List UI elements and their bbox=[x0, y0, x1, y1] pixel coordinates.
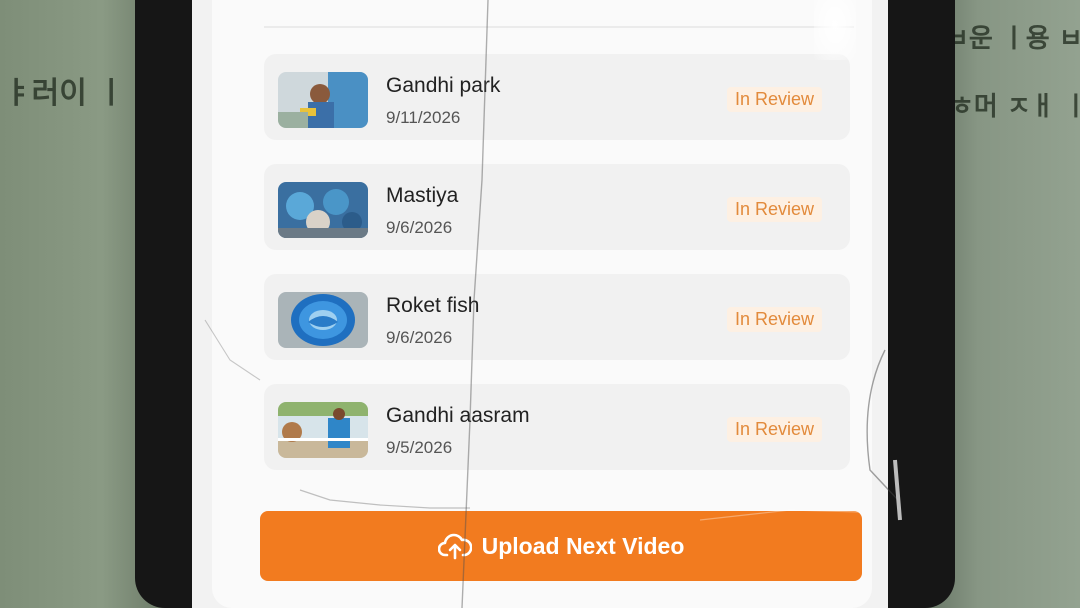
video-item[interactable]: Mastiya 9/6/2026 In Review bbox=[264, 164, 850, 250]
background-text-left: ㅑ러이 ㅣ bbox=[4, 76, 125, 111]
background-text-right-1: ㅂ운 ㅣ용 ㅂ bbox=[945, 24, 1080, 54]
video-thumbnail bbox=[278, 292, 368, 348]
video-title: Gandhi park bbox=[386, 74, 501, 97]
divider bbox=[264, 26, 854, 28]
background-text-right-2: ㅎ머 ㅈㅐ ㅣ bbox=[950, 92, 1080, 122]
video-item[interactable]: Gandhi aasram 9/5/2026 In Review bbox=[264, 384, 850, 470]
status-badge: In Review bbox=[726, 307, 822, 332]
video-date: 9/6/2026 bbox=[386, 218, 453, 237]
video-thumbnail bbox=[278, 182, 368, 238]
video-thumbnail bbox=[278, 72, 368, 128]
video-title: Mastiya bbox=[386, 184, 459, 207]
video-title: Roket fish bbox=[386, 294, 480, 317]
video-list: Gandhi park 9/11/2026 In Review Mastiya … bbox=[264, 54, 850, 494]
video-item[interactable]: Gandhi park 9/11/2026 In Review bbox=[264, 54, 850, 140]
videos-card: Gandhi park 9/11/2026 In Review Mastiya … bbox=[212, 0, 872, 608]
status-badge: In Review bbox=[726, 417, 822, 442]
status-badge: In Review bbox=[726, 197, 822, 222]
video-date: 9/6/2026 bbox=[386, 328, 453, 347]
video-date: 9/5/2026 bbox=[386, 438, 453, 457]
video-item[interactable]: Roket fish 9/6/2026 In Review bbox=[264, 274, 850, 360]
upload-button-label: Upload Next Video bbox=[481, 532, 685, 559]
status-badge: In Review bbox=[726, 87, 822, 112]
video-date: 9/11/2026 bbox=[386, 108, 461, 127]
phone-screen: Gandhi park 9/11/2026 In Review Mastiya … bbox=[192, 0, 888, 608]
video-thumbnail bbox=[278, 402, 368, 458]
upload-next-video-button[interactable]: Upload Next Video bbox=[260, 511, 862, 581]
video-title: Gandhi aasram bbox=[386, 404, 530, 427]
cloud-upload-icon bbox=[437, 533, 472, 560]
